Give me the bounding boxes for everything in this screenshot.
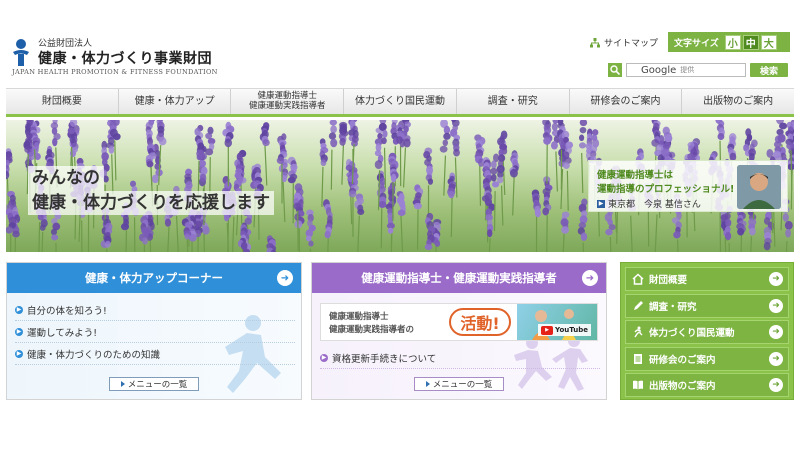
nav-item-research[interactable]: 調査・研究 (457, 89, 570, 114)
instructor-link-list: ▶ 資格更新手続きについて (320, 347, 600, 369)
instructor-activity-banner[interactable]: 健康運動指導士 健康運動実践指導者の 活動! ▶ YouTube (320, 303, 598, 341)
arrow-right-icon: ➜ (769, 298, 783, 313)
fitness-link-list: ▶ 自分の体を知ろう! ▶ 運動してみよう! ▶ 健康・体力づくりのための知識 (15, 299, 295, 365)
banner-highlight: 活動! (449, 308, 511, 336)
youtube-play-icon: ▶ (541, 325, 554, 335)
bullet-arrow-icon: ▶ (15, 349, 23, 358)
side-nav-item-about[interactable]: 財団概要 ➜ (625, 267, 789, 291)
side-nav: 財団概要 ➜ 調査・研究 ➜ 体力づくり国民運動 ➜ 研修会のご案内 ➜ 出版物… (620, 262, 794, 400)
arrow-right-icon: ➜ (277, 270, 293, 286)
instructor-photo (737, 165, 781, 209)
side-nav-item-seminars[interactable]: 研修会のご案内 ➜ (625, 346, 789, 371)
instructor-header[interactable]: 健康運動指導士・健康運動実践指導者 ➜ (312, 263, 606, 293)
search-button[interactable]: 検索 (750, 63, 788, 77)
side-nav-label: 出版物のご案内 (649, 381, 716, 392)
pencil-icon (632, 300, 644, 312)
search-icon (608, 63, 622, 77)
hero-banner: みんなの 健康・体力づくりを応援します 健康運動指導士は 運動指導のプロフェッシ… (6, 120, 794, 252)
triangle-right-icon (425, 381, 430, 387)
document-icon (632, 353, 644, 365)
list-item[interactable]: ▶ 自分の体を知ろう! (15, 299, 295, 321)
banner-line-1: 健康運動指導士 (329, 312, 389, 322)
font-size-selector: 文字サイズ 小 中 大 (668, 32, 790, 52)
hero-line-2: 健康・体力づくりを応援します (28, 190, 274, 216)
org-name-en: JAPAN HEALTH PROMOTION & FITNESS FOUNDAT… (12, 68, 218, 76)
fitness-menu-list-button[interactable]: メニューの一覧 (109, 377, 199, 391)
search-provider-suffix: 提供 (680, 66, 695, 74)
home-icon (632, 273, 644, 285)
bullet-arrow-icon: ▶ (15, 327, 23, 336)
nav-item-instructor-line2: 健康運動実践指導者 (249, 100, 326, 111)
list-item-label: 健康・体力づくりのための知識 (27, 349, 161, 361)
arrow-right-icon: ➜ (769, 325, 783, 339)
side-nav-label: 調査・研究 (649, 301, 697, 313)
arrow-icon: ▶ (597, 199, 605, 208)
bullet-arrow-icon: ▶ (320, 353, 328, 362)
list-item-label: 資格更新手続きについて (332, 353, 437, 365)
fitness-corner-title: 健康・体力アップコーナー (85, 271, 223, 285)
runner-icon (632, 326, 644, 338)
youtube-label: YouTube (555, 326, 588, 334)
nav-item-fitness[interactable]: 健康・体力アップ (119, 89, 232, 114)
nav-item-about[interactable]: 財団概要 (6, 89, 119, 114)
instructor-panel: 健康運動指導士・健康運動実践指導者 ➜ 健康運動指導士 健康運動実践指導者の 活… (311, 262, 607, 400)
nav-item-national-movement[interactable]: 体力づくり国民運動 (344, 89, 457, 114)
logo-mark-icon (13, 39, 29, 66)
global-nav: 財団概要 健康・体力アップ 健康運動指導士 健康運動実践指導者 体力づくり国民運… (6, 88, 794, 117)
promo-person: 東京都 今泉 基信さん (608, 200, 701, 210)
banner-line-2: 健康運動実践指導者の (329, 325, 415, 335)
side-nav-label: 体力づくり国民運動 (649, 328, 735, 339)
side-nav-item-publications[interactable]: 出版物のご案内 ➜ (625, 373, 789, 397)
book-icon (632, 379, 644, 391)
youtube-badge: ▶ YouTube (538, 324, 591, 336)
instructor-title: 健康運動指導士・健康運動実践指導者 (361, 271, 557, 285)
instructor-menu-list-button[interactable]: メニューの一覧 (414, 377, 504, 391)
side-nav-label: 財団概要 (649, 275, 688, 286)
instructor-body: 健康運動指導士 健康運動実践指導者の 活動! ▶ YouTube ▶ 資格更新手… (312, 293, 606, 399)
list-item[interactable]: ▶ 資格更新手続きについて (320, 347, 600, 369)
search-bar: Google 提供 検索 (608, 63, 788, 77)
nav-item-seminars[interactable]: 研修会のご案内 (570, 89, 683, 114)
arrow-right-icon: ➜ (769, 378, 783, 392)
font-size-label: 文字サイズ (674, 38, 719, 49)
fitness-corner-body: ▶ 自分の体を知ろう! ▶ 運動してみよう! ▶ 健康・体力づくりのための知識 メニュ… (7, 293, 301, 399)
list-item[interactable]: ▶ 運動してみよう! (15, 321, 295, 343)
sitemap-label: サイトマップ (604, 39, 659, 49)
font-size-medium-button[interactable]: 中 (742, 34, 759, 50)
list-item[interactable]: ▶ 健康・体力づくりのための知識 (15, 343, 295, 365)
list-item-label: 運動してみよう! (27, 327, 98, 339)
search-provider: Google (641, 64, 677, 76)
side-nav-label: 研修会のご案内 (649, 354, 716, 366)
hero-line-1: みんなの (28, 166, 104, 191)
side-nav-item-national-movement[interactable]: 体力づくり国民運動 ➜ (625, 320, 789, 344)
triangle-right-icon (120, 381, 125, 387)
hero-tagline: みんなの 健康・体力づくりを応援します (28, 166, 274, 216)
fitness-corner-header[interactable]: 健康・体力アップコーナー ➜ (7, 263, 301, 293)
search-input[interactable]: Google 提供 (626, 63, 746, 77)
arrow-right-icon: ➜ (582, 270, 598, 286)
side-nav-item-research[interactable]: 調査・研究 ➜ (625, 293, 789, 318)
nav-item-instructor[interactable]: 健康運動指導士 健康運動実践指導者 (231, 89, 345, 114)
promo-line-1: 健康運動指導士は (597, 170, 674, 181)
nav-item-publications[interactable]: 出版物のご案内 (682, 89, 794, 114)
sitemap-link[interactable]: サイトマップ (590, 36, 658, 49)
page: 公益財団法人 健康・体力づくり事業財団 JAPAN HEALTH PROMOTI… (0, 0, 800, 450)
font-size-small-button[interactable]: 小 (724, 34, 741, 50)
arrow-right-icon: ➜ (769, 272, 783, 286)
promo-line-2: 運動指導のプロフェッショナル! (597, 184, 735, 195)
font-size-large-button[interactable]: 大 (760, 34, 777, 50)
site-logo[interactable]: 公益財団法人 健康・体力づくり事業財団 JAPAN HEALTH PROMOTI… (8, 34, 238, 82)
org-name: 健康・体力づくり事業財団 (38, 51, 212, 67)
arrow-right-icon: ➜ (769, 351, 783, 366)
instructor-promo[interactable]: 健康運動指導士は 運動指導のプロフェッショナル! ▶ 東京都 今泉 基信さん (588, 160, 788, 212)
list-item-label: 自分の体を知ろう! (27, 305, 107, 317)
bullet-arrow-icon: ▶ (15, 305, 23, 314)
menu-button-label: メニューの一覧 (127, 380, 188, 390)
menu-button-label: メニューの一覧 (432, 380, 493, 390)
promo-line-3: ▶ 東京都 今泉 基信さん (597, 197, 701, 210)
sitemap-icon (590, 37, 600, 47)
fitness-corner-panel: 健康・体力アップコーナー ➜ ▶ 自分の体を知ろう! ▶ 運動してみよう! ▶ 健康・… (6, 262, 302, 400)
